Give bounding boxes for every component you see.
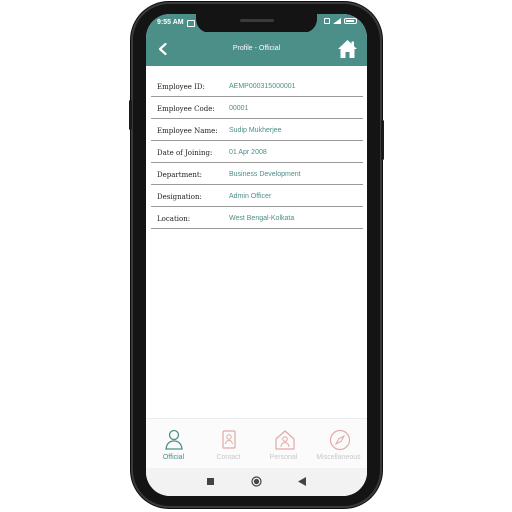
sim-icon bbox=[324, 18, 330, 24]
field-label: Date of Joining: bbox=[157, 149, 213, 157]
detail-row-designation: Designation: Admin Officer bbox=[151, 185, 363, 207]
contact-card-icon bbox=[222, 430, 236, 449]
back-triangle-button[interactable] bbox=[298, 477, 306, 486]
bottom-tab-bar: Official Contact Personal Miscellaneous bbox=[146, 418, 367, 469]
power-button bbox=[381, 120, 384, 160]
status-icons bbox=[324, 18, 357, 24]
field-label: Employee ID: bbox=[157, 83, 205, 91]
system-navigation-bar bbox=[146, 468, 367, 496]
tab-miscellaneous[interactable]: Miscellaneous bbox=[311, 419, 366, 469]
detail-row-location: Location: West Bengal-Kolkata bbox=[151, 207, 363, 229]
message-icon bbox=[187, 20, 195, 27]
detail-row-employee-name: Employee Name: Sudip Mukherjee bbox=[151, 119, 363, 141]
status-bar: 9:55 AM bbox=[146, 14, 367, 33]
field-value: Business Development bbox=[229, 171, 301, 178]
app-bar: Profile - Official bbox=[146, 32, 367, 66]
field-value: Sudip Mukherjee bbox=[229, 127, 282, 134]
field-label: Employee Name: bbox=[157, 127, 218, 135]
tab-personal-label: Personal bbox=[269, 454, 298, 461]
home-person-icon bbox=[275, 430, 295, 450]
phone-screen: 9:55 AM Profile - Official Employee ID: … bbox=[146, 14, 367, 496]
tab-official[interactable]: Official bbox=[146, 419, 201, 469]
field-value: West Bengal-Kolkata bbox=[229, 215, 295, 222]
home-circle-button[interactable] bbox=[251, 476, 262, 487]
detail-row-department: Department: Business Development bbox=[151, 163, 363, 185]
tab-personal[interactable]: Personal bbox=[256, 419, 311, 469]
tab-contact[interactable]: Contact bbox=[201, 419, 256, 469]
volume-button bbox=[129, 100, 132, 130]
detail-row-employee-id: Employee ID: AEMP000315000001 bbox=[151, 75, 363, 97]
battery-icon bbox=[344, 18, 357, 24]
tab-miscellaneous-label: Miscellaneous bbox=[316, 454, 361, 461]
field-value: Admin Officer bbox=[229, 193, 272, 200]
status-time: 9:55 AM bbox=[157, 19, 184, 26]
camera-notch bbox=[196, 14, 317, 33]
signal-icon bbox=[333, 18, 341, 24]
detail-row-employee-code: Employee Code: 00001 bbox=[151, 97, 363, 119]
speaker-grille bbox=[240, 19, 274, 22]
compass-icon bbox=[329, 429, 351, 451]
tab-official-label: Official bbox=[162, 454, 185, 461]
recents-button[interactable] bbox=[207, 478, 214, 485]
field-value: 00001 bbox=[229, 105, 249, 112]
field-label: Department: bbox=[157, 171, 203, 179]
official-details-list: Employee ID: AEMP000315000001 Employee C… bbox=[151, 75, 363, 229]
person-icon bbox=[165, 429, 183, 450]
home-icon[interactable] bbox=[337, 39, 358, 59]
field-label: Designation: bbox=[157, 193, 202, 201]
detail-row-date-of-joining: Date of Joining: 01 Apr 2008 bbox=[151, 141, 363, 163]
tab-contact-label: Contact bbox=[216, 454, 241, 461]
field-value: 01 Apr 2008 bbox=[229, 149, 267, 156]
field-value: AEMP000315000001 bbox=[229, 83, 296, 90]
page-title: Profile - Official bbox=[232, 45, 281, 52]
field-label: Employee Code: bbox=[157, 105, 215, 113]
field-label: Location: bbox=[157, 215, 191, 223]
